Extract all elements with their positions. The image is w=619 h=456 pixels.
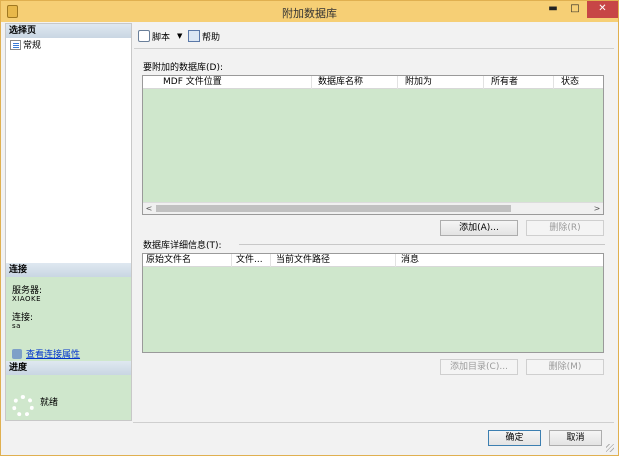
column-divider[interactable] [397, 76, 398, 89]
details-grid-header: 原始文件名 文件... 当前文件路径 消息 [143, 254, 603, 267]
view-connection-properties-link[interactable]: 查看连接属性 [12, 347, 80, 360]
column-header-original-file-name[interactable]: 原始文件名 [146, 255, 191, 266]
resize-grip-icon[interactable] [606, 444, 614, 452]
column-divider[interactable] [395, 254, 396, 267]
script-label: 脚本 [152, 33, 171, 43]
remove-database-button[interactable]: 删除(R) [526, 220, 604, 236]
help-icon [188, 30, 200, 42]
scroll-left-icon[interactable]: < [143, 203, 155, 214]
server-value: XIAOKE [12, 295, 42, 303]
close-button[interactable]: ✕ [587, 1, 618, 18]
script-dropdown-icon[interactable]: ▼ [177, 30, 182, 42]
left-pane: 选择页 常规 连接 服务器: XIAOKE 连接: sa 查看连接属性 进度 就… [5, 23, 132, 421]
column-header-owner[interactable]: 所有者 [491, 77, 518, 88]
remove-file-button[interactable]: 删除(M) [526, 359, 604, 375]
column-divider[interactable] [231, 254, 232, 267]
databases-grid-header: MDF 文件位置 数据库名称 附加为 所有者 状态 [143, 76, 603, 89]
add-database-button[interactable]: 添加(A)... [440, 220, 518, 236]
help-button[interactable]: 帮助 [188, 30, 220, 44]
column-header-message[interactable]: 消息 [401, 255, 419, 266]
column-divider[interactable] [311, 76, 312, 89]
column-divider[interactable] [483, 76, 484, 89]
maximize-button[interactable]: □ [565, 1, 585, 18]
progress-panel: 就绪 [6, 375, 131, 420]
ok-button[interactable]: 确定 [488, 430, 541, 446]
connection-properties-icon [12, 349, 22, 359]
nav-item-general[interactable]: 常规 [10, 40, 41, 52]
select-page-header: 选择页 [6, 24, 131, 38]
toolbar: 脚本 ▼ 帮助 [134, 24, 614, 48]
minimize-button[interactable]: ▬ [543, 1, 563, 18]
footer-divider [133, 422, 614, 423]
column-header-file-type[interactable]: 文件... [236, 255, 263, 266]
column-divider[interactable] [270, 254, 271, 267]
database-details-grid[interactable]: 原始文件名 文件... 当前文件路径 消息 [142, 253, 604, 353]
attach-database-window: 附加数据库 ▬ □ ✕ 选择页 常规 连接 服务器: XIAOKE 连接: sa… [0, 0, 619, 456]
connection-value: sa [12, 322, 21, 330]
script-icon [138, 30, 150, 42]
add-catalog-button[interactable]: 添加目录(C)... [440, 359, 518, 375]
general-page-icon [10, 40, 21, 50]
cancel-button[interactable]: 取消 [549, 430, 602, 446]
help-label: 帮助 [202, 33, 221, 43]
column-header-current-file-path[interactable]: 当前文件路径 [276, 255, 330, 266]
scrollbar-thumb[interactable] [156, 205, 511, 212]
details-divider [239, 244, 605, 245]
database-details-label: 数据库详细信息(T): [143, 241, 222, 251]
view-connection-properties-label: 查看连接属性 [26, 350, 81, 360]
connection-header: 连接 [6, 263, 131, 277]
connection-panel: 服务器: XIAOKE 连接: sa 查看连接属性 [6, 277, 131, 361]
window-title: 附加数据库 [282, 7, 337, 20]
column-header-attach-as[interactable]: 附加为 [405, 77, 432, 88]
progress-header: 进度 [6, 361, 131, 375]
title-bar[interactable]: 附加数据库 ▬ □ ✕ [1, 1, 618, 22]
script-button[interactable]: 脚本 [138, 30, 170, 44]
main-panel: 要附加的数据库(D): MDF 文件位置 数据库名称 附加为 所有者 状态 < … [134, 49, 614, 421]
horizontal-scrollbar[interactable]: < > [143, 202, 603, 214]
databases-to-attach-label: 要附加的数据库(D): [143, 63, 223, 73]
scroll-right-icon[interactable]: > [591, 203, 603, 214]
databases-grid[interactable]: MDF 文件位置 数据库名称 附加为 所有者 状态 < > [142, 75, 604, 215]
progress-spinner-icon [12, 395, 34, 417]
column-header-database-name[interactable]: 数据库名称 [318, 77, 363, 88]
progress-status: 就绪 [40, 398, 59, 408]
column-divider[interactable] [553, 76, 554, 89]
column-header-mdf-location[interactable]: MDF 文件位置 [163, 77, 222, 88]
column-header-status[interactable]: 状态 [561, 77, 579, 88]
nav-item-general-label: 常规 [23, 41, 42, 51]
